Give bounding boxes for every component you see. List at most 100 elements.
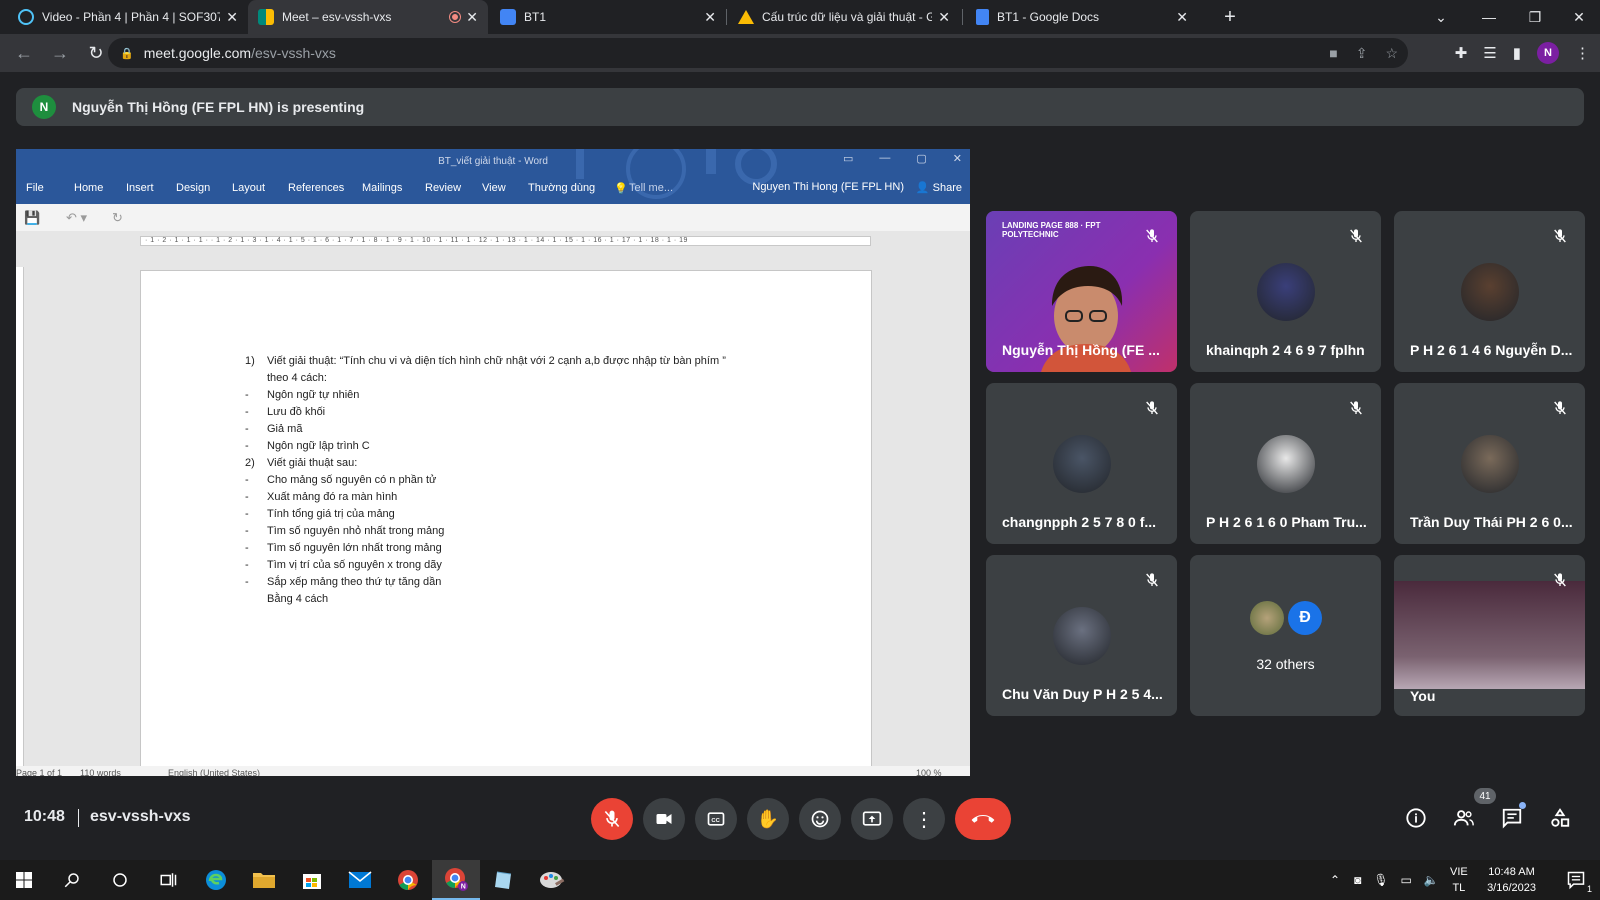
forward-arrow-icon[interactable]: →	[44, 37, 76, 69]
meeting-details-button[interactable]	[1402, 804, 1430, 832]
ribbon-tab-home[interactable]: Home	[74, 182, 103, 194]
close-icon[interactable]: ✕	[1176, 9, 1188, 26]
back-arrow-icon[interactable]: ←	[8, 37, 40, 69]
extensions-icon[interactable]: ✚	[1455, 44, 1468, 62]
ribbon-tab-design[interactable]: Design	[176, 182, 210, 194]
participant-tile[interactable]: changnpph 2 5 7 8 0 f...	[986, 383, 1177, 544]
word-share-button[interactable]: 👤 Share	[916, 181, 962, 194]
new-tab-button[interactable]: +	[1210, 0, 1250, 34]
participant-tile[interactable]: Chu Văn Duy P H 2 5 4...	[986, 555, 1177, 716]
microphone-button[interactable]	[591, 798, 633, 840]
ribbon-tab-references[interactable]: References	[288, 182, 344, 194]
browser-tab-bt1[interactable]: BT1 ✕	[490, 0, 726, 34]
address-bar[interactable]: 🔒 meet.google.com/esv-vssh-vxs ■ ⇪ ☆	[108, 38, 1408, 68]
participant-name: khainqph 2 4 6 9 7 fplhn	[1206, 342, 1365, 358]
input-language[interactable]: VIE TL	[1450, 864, 1468, 896]
cortana-button[interactable]	[96, 860, 144, 900]
side-panel-icon[interactable]: ▮	[1513, 44, 1521, 62]
document-page[interactable]: 1) Viết giải thuật: “Tính chu vi và diện …	[140, 270, 872, 770]
ribbon-tab-insert[interactable]: Insert	[126, 182, 154, 194]
activities-button[interactable]	[1546, 804, 1574, 832]
close-icon[interactable]: ✕	[953, 152, 962, 165]
save-icon[interactable]: 💾	[24, 210, 40, 226]
word-user-name[interactable]: Nguyen Thi Hong (FE FPL HN)	[752, 181, 904, 193]
close-icon[interactable]: ✕	[226, 9, 238, 26]
list-marker: -	[245, 474, 249, 486]
more-options-button[interactable]: ⋮	[903, 798, 945, 840]
participant-tile[interactable]: P H 2 6 1 4 6 Nguyễn D...	[1394, 211, 1585, 372]
meet-camera-icon[interactable]: ◙	[1354, 873, 1361, 887]
volume-icon[interactable]: 🔈	[1424, 873, 1439, 887]
bookmark-star-icon[interactable]: ☆	[1385, 45, 1398, 62]
lock-icon[interactable]: 🔒	[120, 47, 134, 60]
tab-title: Meet – esv-vssh-vxs	[282, 10, 392, 24]
profile-avatar[interactable]: N	[1537, 42, 1559, 64]
camera-button[interactable]	[643, 798, 685, 840]
list-marker: 1)	[245, 355, 255, 367]
reactions-button[interactable]	[799, 798, 841, 840]
raise-hand-button[interactable]: ✋	[747, 798, 789, 840]
ribbon-tab-layout[interactable]: Layout	[232, 182, 265, 194]
people-button[interactable]	[1450, 804, 1478, 832]
restore-button[interactable]: ❐	[1512, 0, 1558, 34]
taskbar-clock[interactable]: 10:48 AM 3/16/2023	[1487, 864, 1536, 896]
chrome-app[interactable]	[384, 860, 432, 900]
chevron-up-icon[interactable]: ⌃	[1330, 873, 1340, 887]
captions-button[interactable]: CC	[695, 798, 737, 840]
mic-off-icon	[1343, 395, 1369, 421]
list-marker: -	[245, 440, 249, 452]
undo-icon[interactable]: ↶ ▾	[66, 210, 87, 226]
browser-tab-video[interactable]: Video - Phần 4 | Phần 4 | SOF307 ✕	[8, 0, 248, 34]
participant-avatar	[1250, 601, 1284, 635]
task-view-button[interactable]	[144, 860, 192, 900]
participant-tile[interactable]: Đ 32 others	[1190, 555, 1381, 716]
microphone-icon[interactable]: 🎙	[1373, 873, 1388, 887]
leave-call-button[interactable]	[955, 798, 1011, 840]
redo-icon[interactable]: ↻	[112, 210, 123, 226]
close-icon[interactable]: ✕	[704, 9, 716, 26]
ribbon-tab-view[interactable]: View	[482, 182, 506, 194]
ribbon-tab-mailings[interactable]: Mailings	[362, 182, 402, 194]
paint-app[interactable]	[528, 860, 576, 900]
more-menu-icon[interactable]: ⋮	[1575, 44, 1590, 62]
tell-me-box[interactable]: Tell me...	[629, 182, 673, 194]
media-control-icon[interactable]: ☰	[1483, 44, 1496, 62]
participant-tile[interactable]: khainqph 2 4 6 9 7 fplhn	[1190, 211, 1381, 372]
participant-tile[interactable]: LANDING PAGE 888 · FPT POLYTECHNIC Nguyễn…	[986, 211, 1177, 372]
start-button[interactable]	[0, 860, 48, 900]
ribbon-tab-review[interactable]: Review	[425, 182, 461, 194]
browser-tab-drive[interactable]: Cấu trúc dữ liệu và giải thuật - G ✕	[728, 0, 960, 34]
close-icon[interactable]: ✕	[938, 9, 950, 26]
file-explorer-app[interactable]	[240, 860, 288, 900]
close-icon[interactable]: ✕	[466, 9, 478, 26]
notifications-button[interactable]: 1	[1552, 860, 1600, 900]
mail-app[interactable]	[336, 860, 384, 900]
chat-button[interactable]	[1498, 802, 1526, 832]
ribbon-display-icon[interactable]: ▭	[843, 152, 853, 165]
search-button[interactable]	[48, 860, 96, 900]
close-window-button[interactable]: ✕	[1556, 0, 1600, 34]
participant-tile[interactable]: Trần Duy Thái PH 2 6 0...	[1394, 383, 1585, 544]
minimize-icon[interactable]: —	[879, 152, 890, 165]
camera-icon[interactable]: ■	[1329, 45, 1337, 61]
edge-app[interactable]	[192, 860, 240, 900]
participant-avatar	[1257, 435, 1315, 493]
participant-tile[interactable]: P H 2 6 1 6 0 Pham Tru...	[1190, 383, 1381, 544]
ribbon-tab-file[interactable]: File	[26, 182, 44, 194]
share-icon[interactable]: ⇪	[1356, 45, 1368, 62]
line-text: Tìm số nguyên nhỏ nhất trong mảng	[267, 525, 445, 537]
browser-tab-meet[interactable]: Meet – esv-vssh-vxs ✕	[248, 0, 488, 34]
network-icon[interactable]: ▭	[1401, 873, 1412, 887]
snip-app[interactable]	[480, 860, 528, 900]
store-app[interactable]	[288, 860, 336, 900]
ribbon-tab-thuong-dung[interactable]: Thường dùng	[528, 182, 595, 194]
maximize-icon[interactable]: ▢	[916, 152, 926, 165]
present-screen-button[interactable]	[851, 798, 893, 840]
chrome-profile-app[interactable]: N	[432, 860, 480, 900]
participant-name: P H 2 6 1 6 0 Pham Tru...	[1206, 514, 1367, 530]
minimize-button[interactable]: —	[1466, 0, 1512, 34]
url-path: /esv-vssh-vxs	[251, 45, 336, 61]
browser-tab-docs[interactable]: BT1 - Google Docs ✕	[966, 0, 1198, 34]
self-view-tile[interactable]: You	[1394, 555, 1585, 716]
tab-search-icon[interactable]: ⌄	[1418, 0, 1464, 34]
